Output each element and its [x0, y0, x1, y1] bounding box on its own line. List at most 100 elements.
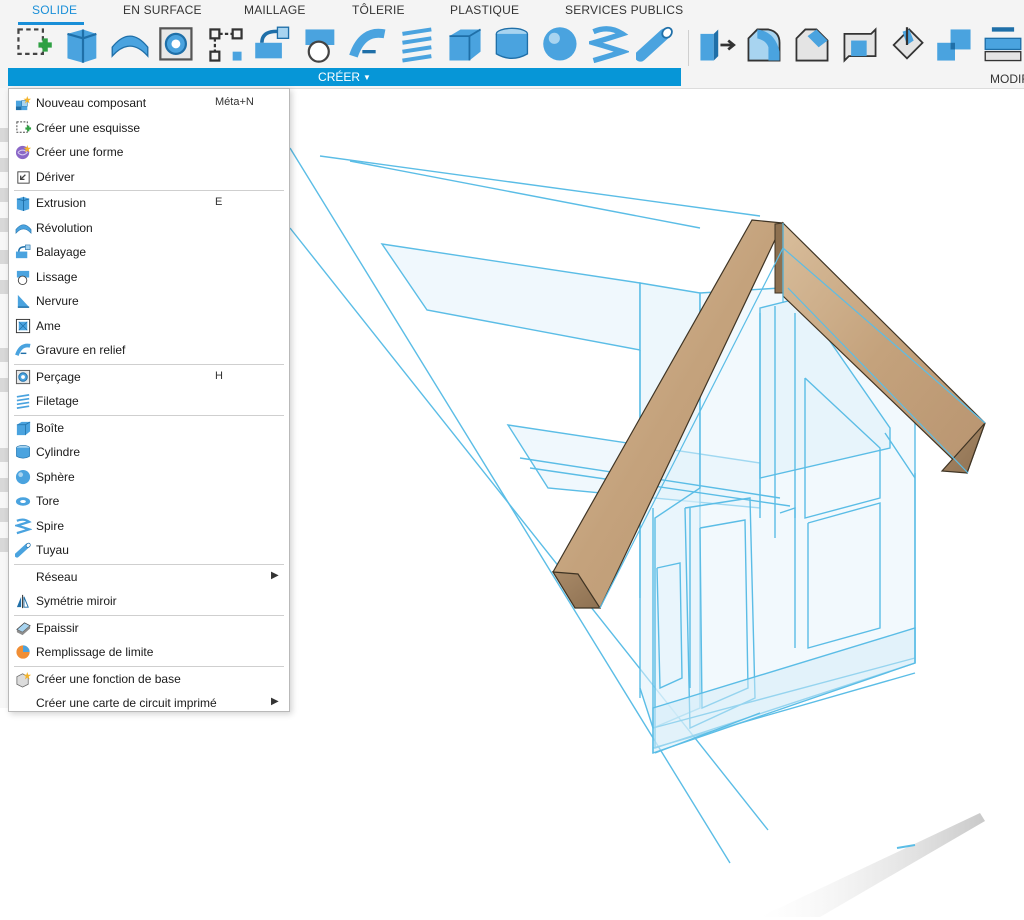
- toolbar-emboss-button[interactable]: [349, 25, 389, 65]
- toolbar-loft-button[interactable]: [301, 25, 341, 65]
- toolbar-coil-button[interactable]: [583, 25, 631, 65]
- base-feature-icon: [15, 671, 32, 688]
- coil-icon: [583, 26, 631, 64]
- menu-item-remplissage-de-limite[interactable]: Remplissage de limite: [9, 640, 289, 664]
- menu-item-balayage[interactable]: Balayage: [9, 240, 289, 264]
- browser-node-fragment[interactable]: [0, 348, 8, 362]
- toolbar-extrude-button[interactable]: [63, 25, 103, 65]
- toolbar-hole-button[interactable]: [157, 25, 197, 65]
- menu-item-reseau[interactable]: Réseau ▶: [9, 565, 289, 589]
- toolbar-scale-button[interactable]: [935, 25, 975, 65]
- menu-item-nouveau-composant[interactable]: Nouveau composant Méta+N: [9, 91, 289, 115]
- browser-node-fragment[interactable]: [0, 218, 8, 232]
- browser-node-fragment[interactable]: [0, 478, 8, 492]
- menu-item-sphere[interactable]: Sphère: [9, 465, 289, 489]
- toolbar-sweep-button[interactable]: [253, 25, 293, 65]
- thicken-icon: [15, 620, 32, 637]
- menu-item-percage[interactable]: Perçage H: [9, 365, 289, 389]
- tab-solide[interactable]: SOLIDE: [32, 3, 77, 17]
- box-icon: [449, 28, 482, 61]
- menu-item-label: Perçage: [36, 369, 81, 384]
- menu-item-spire[interactable]: Spire: [9, 514, 289, 538]
- menu-item-label: Symétrie miroir: [36, 594, 117, 608]
- toolbar-pipe-button[interactable]: [634, 25, 676, 65]
- caret-down-icon: ▼: [363, 73, 371, 82]
- browser-node-fragment[interactable]: [0, 158, 8, 172]
- menu-item-creer-une-carte-de-circuit-imprime[interactable]: Créer une carte de circuit imprimé ▶: [9, 691, 289, 715]
- menu-item-filetage[interactable]: Filetage: [9, 389, 289, 413]
- scale-icon: [937, 29, 971, 61]
- toolbar-draft-button[interactable]: [887, 25, 927, 65]
- menu-item-label: Ame: [36, 318, 61, 333]
- menu-item-nervure[interactable]: Nervure: [9, 289, 289, 313]
- tab-en-surface[interactable]: EN SURFACE: [123, 3, 202, 17]
- menu-item-symetrie-miroir[interactable]: Symétrie miroir: [9, 589, 289, 613]
- menu-item-tuyau[interactable]: Tuyau: [9, 538, 289, 562]
- browser-node-fragment[interactable]: [0, 188, 8, 202]
- browser-node-fragment[interactable]: [0, 508, 8, 522]
- menu-item-tore[interactable]: Tore: [9, 489, 289, 513]
- shell-icon: [843, 27, 877, 63]
- browser-node-fragment[interactable]: [0, 538, 8, 552]
- menu-item-label: Nouveau composant: [36, 96, 147, 110]
- torus-icon: [15, 493, 32, 510]
- tab-services-publics[interactable]: SERVICES PUBLICS: [565, 3, 683, 17]
- create-dropdown-menu: Nouveau composant Méta+N Créer une esquiss…: [8, 88, 290, 712]
- toolbar-fillet-button[interactable]: [744, 25, 784, 65]
- menu-item-label: Cylindre: [36, 445, 81, 459]
- menu-item-shortcut: E: [215, 196, 223, 208]
- draft-icon: [892, 27, 924, 60]
- browser-node-fragment[interactable]: [0, 250, 8, 264]
- menu-item-label: Réseau: [36, 569, 78, 584]
- menu-item-label: Sphère: [36, 469, 75, 484]
- menu-item-creer-une-esquisse[interactable]: Créer une esquisse: [9, 116, 289, 140]
- toolbar-shell-button[interactable]: [840, 25, 880, 65]
- toolbar-thread-button[interactable]: [398, 25, 438, 65]
- browser-node-fragment[interactable]: [0, 378, 8, 392]
- thread-icon: [15, 393, 32, 410]
- toolbar-cylinder-button[interactable]: [493, 25, 533, 65]
- menu-item-revolution[interactable]: Révolution: [9, 216, 289, 240]
- menu-item-creer-une-forme[interactable]: Créer une forme: [9, 140, 289, 164]
- toolbar-combine-button[interactable]: [983, 25, 1023, 65]
- sphere-icon: [543, 27, 577, 61]
- cylinder-icon: [15, 444, 32, 461]
- toolbar-dimension-button[interactable]: [206, 25, 246, 65]
- menu-item-label: Gravure en relief: [36, 343, 126, 357]
- menu-item-label: Extrusion: [36, 196, 87, 210]
- menu-item-gravure-en-relief[interactable]: Gravure en relief: [9, 338, 289, 362]
- pipe-icon: [14, 542, 32, 559]
- toolbar-separator: [688, 30, 689, 66]
- toolbar-chamfer-button[interactable]: [792, 25, 832, 65]
- menu-item-label: Filetage: [36, 394, 79, 408]
- browser-node-fragment[interactable]: [0, 448, 8, 462]
- toolbar-sphere-button[interactable]: [541, 25, 581, 65]
- menu-item-lissage[interactable]: Lissage: [9, 265, 289, 289]
- menu-item-shortcut: Méta+N: [215, 96, 254, 108]
- menu-item-ame[interactable]: Ame: [9, 314, 289, 338]
- rib-icon: [15, 293, 32, 310]
- tab-tôlerie[interactable]: TÔLERIE: [352, 3, 405, 17]
- tab-maillage[interactable]: MAILLAGE: [244, 3, 306, 17]
- menu-item-label: Créer une esquisse: [36, 120, 141, 135]
- menu-item-boite[interactable]: Boîte: [9, 416, 289, 440]
- menu-item-deriver[interactable]: Dériver: [9, 165, 289, 189]
- toolbar-press-pull-button[interactable]: [696, 25, 736, 65]
- pipe-icon: [634, 26, 673, 62]
- menu-item-epaissir[interactable]: Epaissir: [9, 616, 289, 640]
- browser-node-fragment[interactable]: [0, 280, 8, 294]
- menu-item-cylindre[interactable]: Cylindre: [9, 440, 289, 464]
- toolbar-box-button[interactable]: [445, 25, 485, 65]
- menu-item-extrusion[interactable]: Extrusion E: [9, 191, 289, 215]
- loft-icon: [305, 29, 335, 63]
- create-dropdown-button[interactable]: CRÉER ▼: [8, 68, 681, 86]
- menu-item-creer-une-fonction-de-base[interactable]: Créer une fonction de base: [9, 667, 289, 691]
- browser-panel-edge[interactable]: [0, 88, 8, 708]
- extrude-icon: [67, 29, 97, 63]
- toolbar-sketch-button[interactable]: [14, 25, 54, 65]
- emboss-icon: [349, 28, 386, 58]
- browser-node-fragment[interactable]: [0, 128, 8, 142]
- modify-label[interactable]: MODIF: [990, 72, 1024, 86]
- toolbar-revolve-button[interactable]: [110, 25, 150, 65]
- tab-plastique[interactable]: PLASTIQUE: [450, 3, 519, 17]
